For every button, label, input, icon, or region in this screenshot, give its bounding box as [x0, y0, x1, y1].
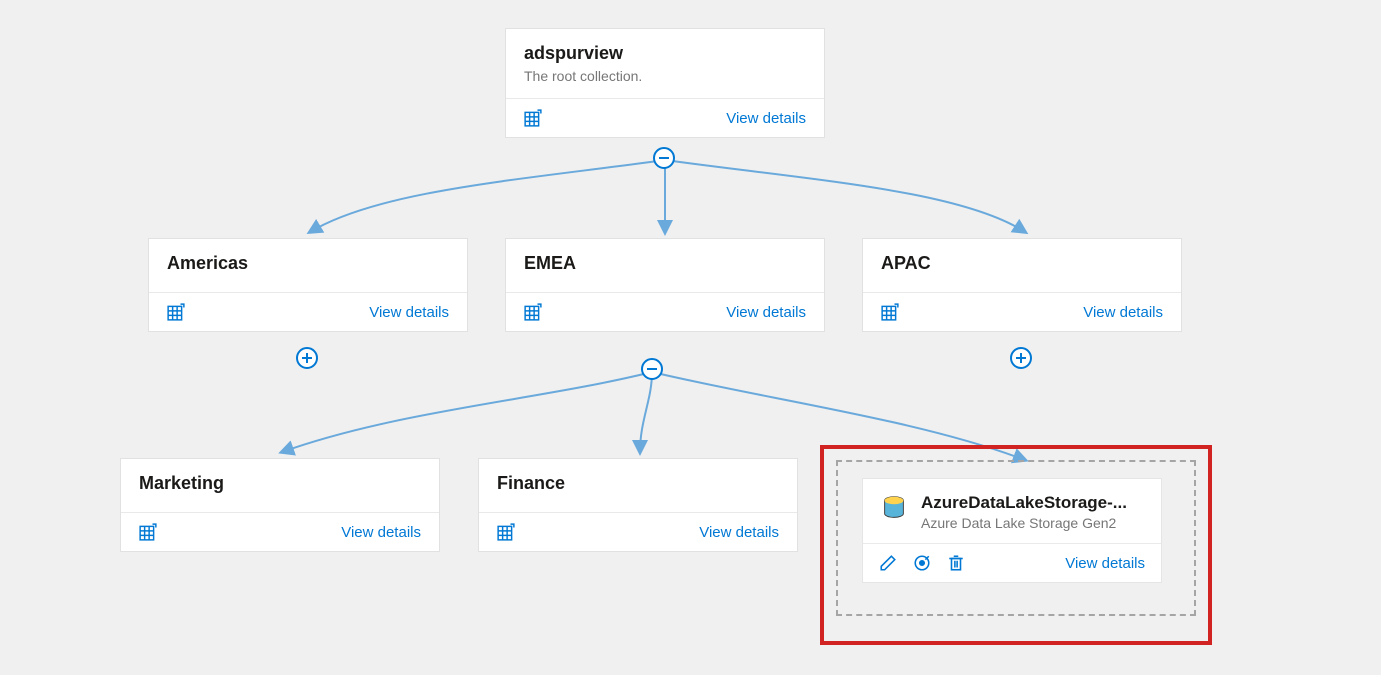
scan-icon[interactable] [913, 554, 931, 572]
assets-icon[interactable] [139, 523, 157, 541]
collection-title: Marketing [139, 473, 421, 494]
collection-title: adspurview [524, 43, 806, 64]
delete-icon[interactable] [947, 554, 965, 572]
assets-icon[interactable] [524, 303, 542, 321]
assets-icon[interactable] [497, 523, 515, 541]
view-details-link[interactable]: View details [726, 304, 806, 321]
datasource-title: AzureDataLakeStorage-... [921, 493, 1145, 513]
edit-icon[interactable] [879, 554, 897, 572]
assets-icon[interactable] [167, 303, 185, 321]
expand-button-apac[interactable] [1010, 347, 1032, 369]
view-details-link[interactable]: View details [699, 524, 779, 541]
datalake-icon [879, 493, 909, 523]
collection-card-emea[interactable]: EMEA View details [505, 238, 825, 332]
collection-card-finance[interactable]: Finance View details [478, 458, 798, 552]
collection-card-apac[interactable]: APAC View details [862, 238, 1182, 332]
assets-icon[interactable] [524, 109, 542, 127]
collection-title: Finance [497, 473, 779, 494]
collection-title: EMEA [524, 253, 806, 274]
datasource-card[interactable]: AzureDataLakeStorage-... Azure Data Lake… [862, 478, 1162, 583]
collapse-button-emea[interactable] [641, 358, 663, 380]
diagram-canvas: adspurview The root collection. View det… [0, 0, 1381, 675]
collection-card-americas[interactable]: Americas View details [148, 238, 468, 332]
view-details-link[interactable]: View details [1083, 304, 1163, 321]
assets-icon[interactable] [881, 303, 899, 321]
collapse-button-root[interactable] [653, 147, 675, 169]
view-details-link[interactable]: View details [369, 304, 449, 321]
collection-card-root[interactable]: adspurview The root collection. View det… [505, 28, 825, 138]
collection-title: APAC [881, 253, 1163, 274]
collection-title: Americas [167, 253, 449, 274]
expand-button-americas[interactable] [296, 347, 318, 369]
view-details-link[interactable]: View details [1065, 555, 1145, 572]
collection-subtitle: The root collection. [524, 68, 806, 84]
view-details-link[interactable]: View details [726, 110, 806, 127]
datasource-subtitle: Azure Data Lake Storage Gen2 [921, 515, 1145, 531]
collection-card-marketing[interactable]: Marketing View details [120, 458, 440, 552]
view-details-link[interactable]: View details [341, 524, 421, 541]
